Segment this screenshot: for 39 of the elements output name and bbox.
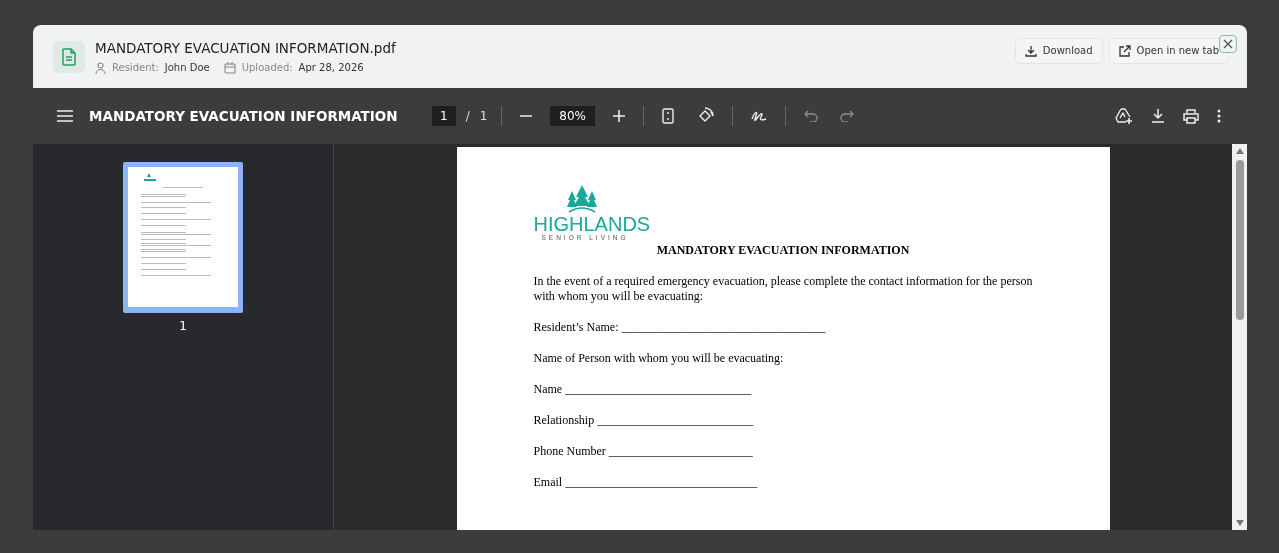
document-paragraph: In the event of a required emergency evacuation, please complete the contact information for the person with whom you will be evacuating:: [533, 274, 1034, 304]
person-icon: [95, 61, 106, 74]
page-thumbnail[interactable]: [123, 162, 243, 313]
page-number-field[interactable]: 1: [432, 106, 456, 126]
download-icon: [1024, 44, 1037, 57]
external-link-icon: [1118, 44, 1131, 57]
document-title: MANDATORY EVACUATION INFORMATION: [89, 108, 399, 124]
page-separator: /: [465, 109, 470, 123]
more-options-icon[interactable]: [1217, 109, 1221, 123]
meta-label: Resident:: [112, 62, 159, 73]
trees-logo-icon: [566, 185, 597, 213]
document-paragraph: Email ________________________________: [533, 475, 759, 490]
page-number-label: 1: [179, 319, 187, 333]
meta-label: Uploaded:: [241, 62, 293, 73]
document-paragraph: Name of Person with whom you will be evacuating:: [533, 351, 785, 366]
zoom-in-icon[interactable]: [613, 110, 625, 122]
signature-icon[interactable]: [751, 109, 767, 123]
document-heading: MANDATORY EVACUATION INFORMATION: [655, 243, 911, 258]
document-paragraph: Phone Number ________________________: [533, 444, 754, 459]
logo-wordmark: HIGHLANDS: [533, 214, 651, 234]
download-button[interactable]: Download: [1014, 37, 1103, 64]
document-icon: [53, 40, 85, 73]
meta-value: John Doe: [164, 62, 210, 73]
print-icon[interactable]: [1183, 108, 1199, 124]
document-paragraph: Name _______________________________: [533, 382, 753, 397]
close-icon[interactable]: [1219, 35, 1237, 53]
add-to-drive-icon[interactable]: [1115, 108, 1133, 124]
zoom-level-field[interactable]: 80%: [550, 106, 595, 126]
scrollbar[interactable]: [1232, 144, 1247, 530]
fit-page-icon[interactable]: [662, 108, 674, 124]
file-name: MANDATORY EVACUATION INFORMATION.pdf: [95, 39, 397, 56]
meta-value: Apr 28, 2026: [298, 62, 364, 73]
menu-icon[interactable]: [57, 110, 73, 122]
page-count: 1: [479, 109, 488, 123]
open-new-tab-button[interactable]: Open in new tab: [1108, 37, 1229, 64]
document-paragraph: Relationship __________________________: [533, 413, 755, 428]
download-icon[interactable]: [1151, 109, 1165, 123]
document-paragraph: Resident’s Name: __________________________________: [533, 320, 827, 335]
calendar-icon: [223, 61, 236, 74]
